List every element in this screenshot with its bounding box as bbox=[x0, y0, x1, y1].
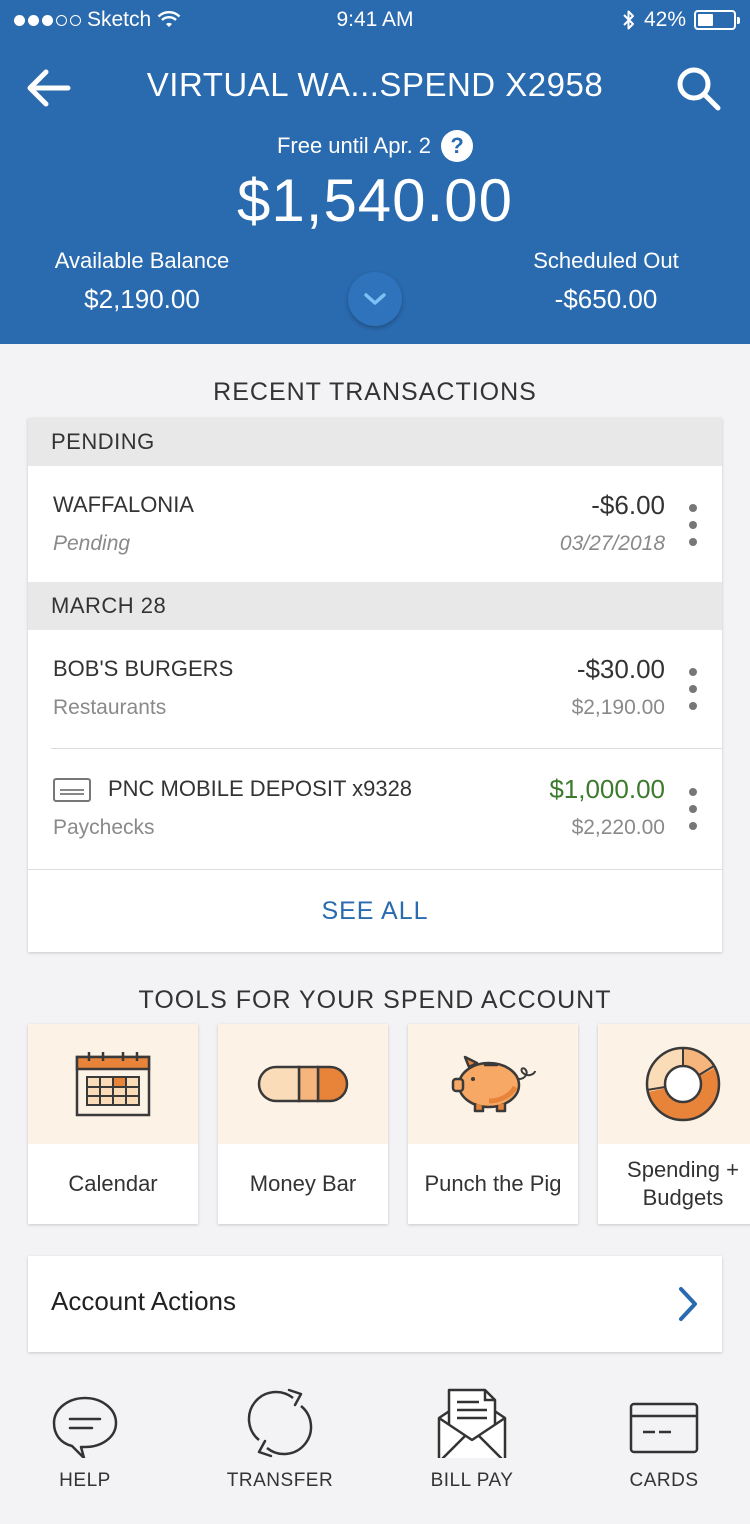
donut-chart-icon bbox=[645, 1046, 721, 1122]
transaction-category: Restaurants bbox=[53, 696, 167, 719]
tool-calendar[interactable]: Calendar bbox=[28, 1024, 198, 1224]
free-until-text: Free until Apr. 2 bbox=[276, 133, 432, 158]
row-divider bbox=[51, 748, 722, 749]
tools-title: TOOLS FOR YOUR SPEND ACCOUNT bbox=[138, 986, 612, 1014]
account-actions-row[interactable]: Account Actions bbox=[28, 1256, 722, 1352]
tool-label: Spending + Budgets bbox=[627, 1157, 739, 1210]
nav-cards-label: CARDS bbox=[629, 1470, 699, 1491]
more-options-icon[interactable] bbox=[686, 788, 700, 830]
scheduled-out-value: -$650.00 bbox=[554, 284, 658, 314]
running-balance: $2,190.00 bbox=[571, 696, 665, 719]
tool-money-bar[interactable]: Money Bar bbox=[218, 1024, 388, 1224]
transaction-status: Pending bbox=[53, 532, 131, 555]
search-button[interactable] bbox=[674, 64, 724, 114]
running-balance: $2,220.00 bbox=[571, 816, 665, 839]
status-right: 42% bbox=[622, 8, 740, 32]
bill-envelope-icon bbox=[437, 1388, 507, 1458]
search-icon bbox=[677, 67, 721, 111]
nav-transfer-label: TRANSFER bbox=[226, 1470, 334, 1491]
tool-label: Calendar bbox=[68, 1171, 158, 1196]
nav-help-label: HELP bbox=[59, 1470, 111, 1491]
calendar-icon bbox=[75, 1052, 151, 1117]
account-title: VIRTUAL WA...SPEND X2958 bbox=[146, 66, 604, 103]
bottom-nav: HELP TRANSFER BILL PAY CARDS bbox=[0, 1372, 750, 1524]
available-balance: Available Balance $2,190.00 bbox=[12, 248, 272, 315]
nav-row: VIRTUAL WA...SPEND X2958 bbox=[0, 58, 750, 118]
account-actions-label: Account Actions bbox=[51, 1286, 236, 1316]
tool-spending-budgets[interactable]: Spending + Budgets bbox=[598, 1024, 750, 1224]
tool-icon-area bbox=[598, 1024, 750, 1144]
nav-bill-pay-label: BILL PAY bbox=[430, 1470, 514, 1491]
nav-help[interactable]: HELP bbox=[10, 1372, 160, 1524]
battery-icon bbox=[694, 10, 740, 30]
current-balance: $1,540.00 bbox=[237, 167, 513, 234]
nav-bill-pay[interactable]: BILL PAY bbox=[397, 1372, 547, 1524]
battery-percent: 42% bbox=[643, 8, 686, 31]
bluetooth-icon bbox=[623, 10, 634, 30]
transaction-row[interactable]: WAFFALONIA Pending -$6.00 03/27/2018 bbox=[28, 466, 722, 584]
tool-label: Punch the Pig bbox=[424, 1171, 562, 1196]
transaction-row[interactable]: BOB'S BURGERS Restaurants -$30.00 $2,190… bbox=[28, 630, 722, 748]
available-balance-label: Available Balance bbox=[54, 248, 230, 273]
money-bar-icon bbox=[257, 1065, 349, 1103]
group-header-pending: PENDING bbox=[28, 418, 722, 466]
transaction-name: WAFFALONIA bbox=[53, 492, 194, 517]
more-options-icon[interactable] bbox=[686, 668, 700, 710]
transactions-card: PENDING WAFFALONIA Pending -$6.00 03/27/… bbox=[28, 418, 722, 952]
transaction-date: 03/27/2018 bbox=[559, 532, 665, 555]
transaction-amount: -$6.00 bbox=[591, 490, 665, 520]
transaction-amount: $1,000.00 bbox=[549, 774, 665, 804]
recent-transactions-title: RECENT TRANSACTIONS bbox=[213, 378, 537, 406]
tool-icon-area bbox=[28, 1024, 198, 1144]
transfer-icon bbox=[247, 1388, 313, 1458]
see-all-link[interactable]: SEE ALL bbox=[28, 870, 722, 952]
nav-transfer[interactable]: TRANSFER bbox=[205, 1372, 355, 1524]
chevron-right-icon bbox=[679, 1287, 697, 1321]
transaction-category: Paychecks bbox=[53, 816, 155, 839]
help-question-icon[interactable]: ? bbox=[441, 130, 474, 162]
nav-cards[interactable]: CARDS bbox=[589, 1372, 739, 1524]
check-deposit-icon bbox=[53, 778, 91, 802]
chevron-down-icon bbox=[364, 293, 386, 305]
available-balance-value: $2,190.00 bbox=[84, 284, 200, 314]
chat-bubble-icon bbox=[52, 1396, 118, 1458]
transaction-row[interactable]: PNC MOBILE DEPOSIT x9328 Paychecks $1,00… bbox=[28, 750, 722, 868]
transaction-name: BOB'S BURGERS bbox=[53, 656, 234, 681]
tool-icon-area bbox=[218, 1024, 388, 1144]
group-header-date: MARCH 28 bbox=[28, 582, 722, 630]
account-header: Sketch 9:41 AM 42% VIRTUAL WA...SPEND X2… bbox=[0, 0, 750, 344]
tool-label: Money Bar bbox=[249, 1171, 357, 1196]
tool-icon-area bbox=[408, 1024, 578, 1144]
transaction-amount: -$30.00 bbox=[576, 654, 665, 684]
expand-details-button[interactable] bbox=[348, 272, 402, 326]
tool-punch-the-pig[interactable]: Punch the Pig bbox=[408, 1024, 578, 1224]
scheduled-out: Scheduled Out -$650.00 bbox=[476, 248, 736, 315]
piggy-bank-icon bbox=[451, 1055, 536, 1113]
more-options-icon[interactable] bbox=[686, 504, 700, 546]
scheduled-out-label: Scheduled Out bbox=[533, 248, 679, 273]
card-icon bbox=[629, 1402, 699, 1454]
status-bar: Sketch 9:41 AM 42% bbox=[0, 0, 750, 40]
free-until-row: Free until Apr. 2 ? bbox=[0, 130, 750, 162]
transaction-name: PNC MOBILE DEPOSIT x9328 bbox=[108, 776, 413, 801]
